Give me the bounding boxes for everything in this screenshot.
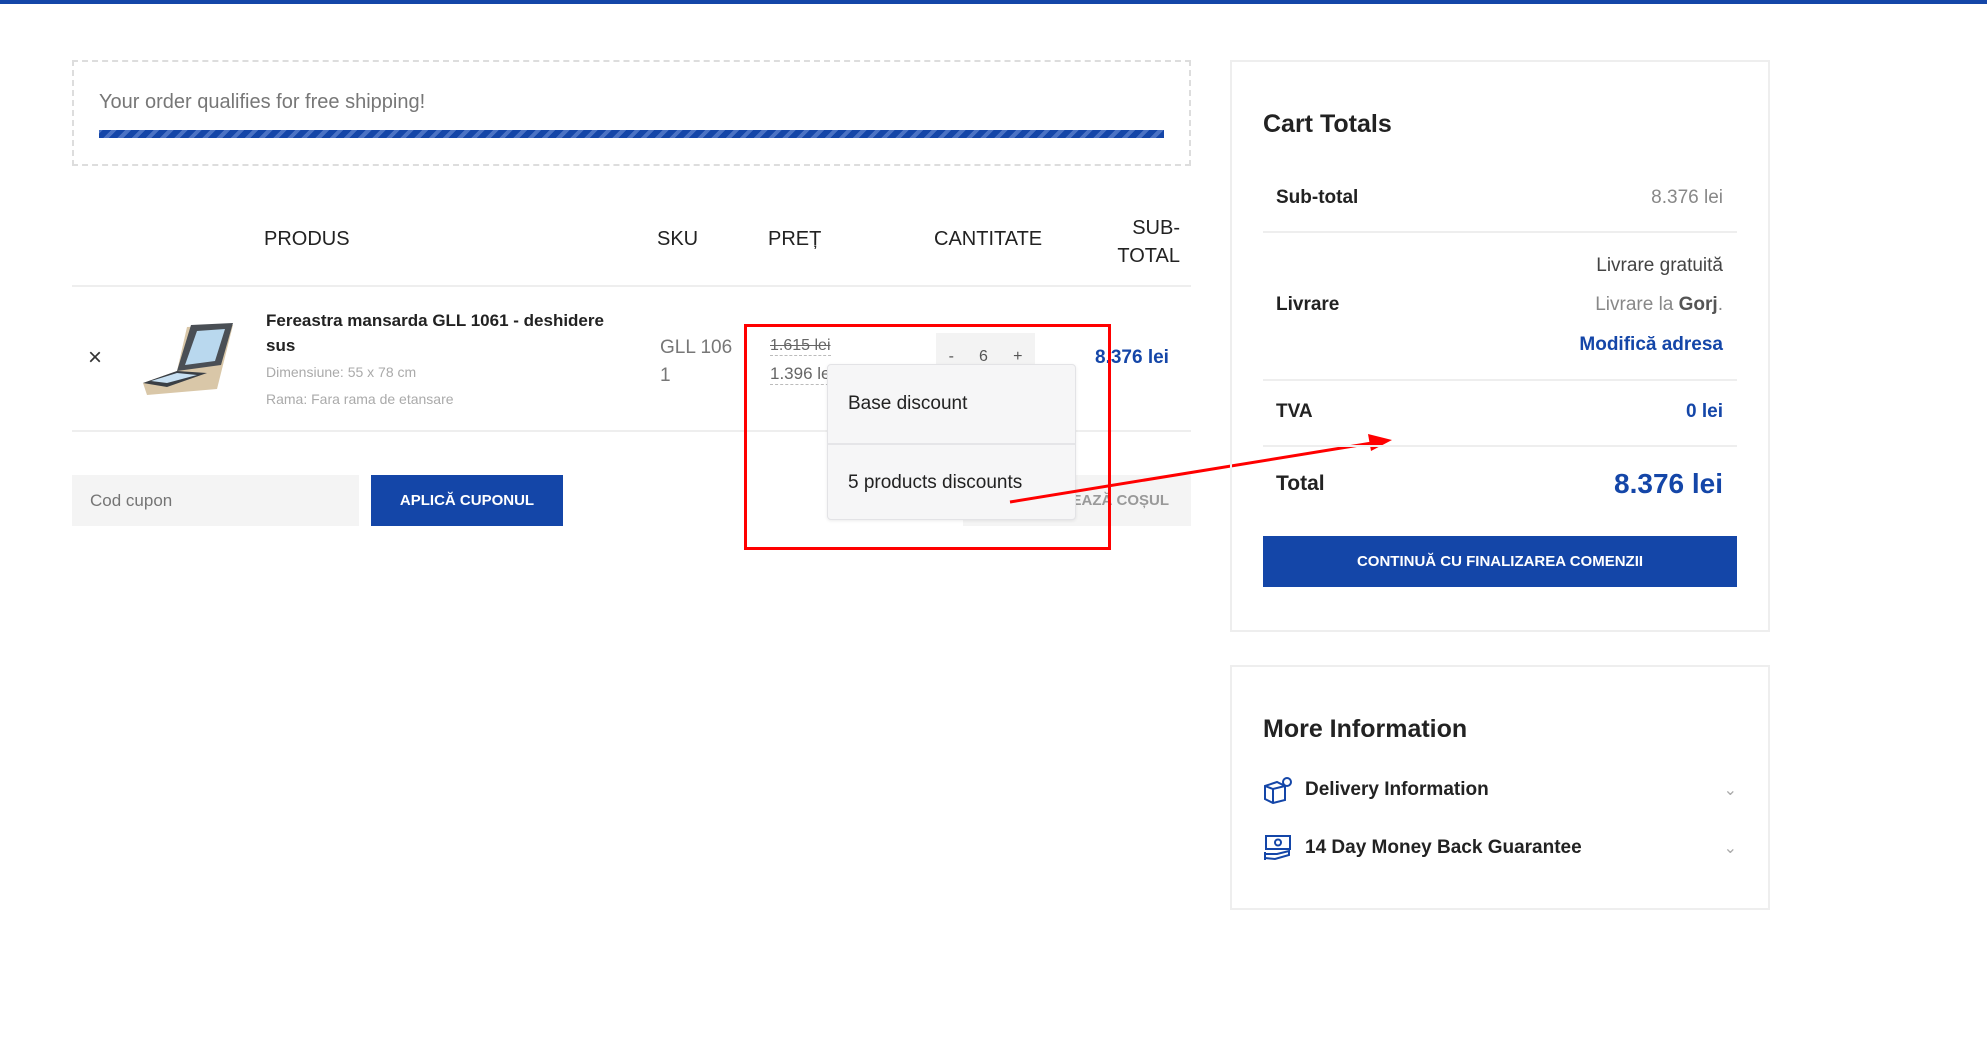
- remove-item-button[interactable]: ×: [88, 344, 102, 372]
- header-subtotal: SUB- TOTAL: [1110, 214, 1180, 270]
- more-info-title: More Information: [1263, 715, 1468, 743]
- product-frame: Rama: Fara rama de etansare: [266, 391, 454, 407]
- apply-coupon-button[interactable]: APLICĂ CUPONUL: [371, 475, 563, 526]
- subtotal-row: Sub-total 8.376 lei: [1276, 187, 1723, 209]
- product-dimension: Dimensiune: 55 x 78 cm: [266, 364, 417, 380]
- chevron-down-icon[interactable]: ⌄: [1724, 780, 1737, 800]
- delivery-info-accordion[interactable]: Delivery Information ⌄: [1263, 774, 1737, 806]
- sku-line2: 1: [660, 365, 671, 386]
- shipping-label: Livrare: [1276, 294, 1340, 315]
- header-subtotal-line1: SUB-: [1132, 217, 1180, 239]
- product-image: [143, 323, 233, 395]
- header-subtotal-line2: TOTAL: [1117, 245, 1180, 267]
- shipping-dot: .: [1717, 294, 1723, 315]
- total-label: Total: [1276, 472, 1325, 495]
- shipping-region: Gorj: [1678, 294, 1718, 315]
- chevron-down-icon[interactable]: ⌄: [1724, 838, 1737, 858]
- header-quantity: CANTITATE: [934, 228, 1043, 250]
- header-sku: SKU: [657, 228, 699, 250]
- subtotal-label: Sub-total: [1276, 187, 1359, 208]
- product-sku: GLL 106 1: [660, 334, 732, 390]
- header-price: PREȚ: [768, 228, 822, 250]
- shipping-destination: Livrare la Gorj.: [1400, 294, 1723, 316]
- annotation-highlight-box: [744, 324, 1111, 550]
- free-shipping-message: Your order qualifies for free shipping!: [99, 91, 426, 113]
- total-row: Total 8.376 lei: [1276, 468, 1723, 500]
- cart-totals-title: Cart Totals: [1263, 110, 1392, 138]
- shipping-to: Livrare la: [1595, 294, 1679, 315]
- sku-line1: GLL 106: [660, 337, 733, 358]
- product-title-line1[interactable]: Fereastra mansarda GLL 1061 - deshidere: [266, 311, 604, 330]
- total-value: 8.376 lei: [1614, 468, 1723, 499]
- delivery-box-icon: [1264, 777, 1292, 804]
- change-address-link[interactable]: Modifică adresa: [1400, 334, 1723, 356]
- shipping-method: Livrare gratuită: [1596, 255, 1723, 276]
- subtotal-value: 8.376 lei: [1651, 187, 1723, 208]
- tax-label: TVA: [1276, 401, 1313, 422]
- tax-row: TVA 0 lei: [1276, 401, 1723, 423]
- money-back-label[interactable]: 14 Day Money Back Guarantee: [1305, 837, 1724, 859]
- coupon-input[interactable]: [72, 475, 359, 526]
- checkout-button[interactable]: CONTINUĂ CU FINALIZAREA COMENZII: [1263, 536, 1737, 587]
- tax-value: 0 lei: [1686, 401, 1723, 422]
- money-hand-icon: [1264, 835, 1291, 861]
- header-divider: [72, 285, 1191, 287]
- money-back-accordion[interactable]: 14 Day Money Back Guarantee ⌄: [1263, 832, 1737, 864]
- divider: [1263, 231, 1737, 233]
- product-title[interactable]: Fereastra mansarda GLL 1061 - deshidere s…: [266, 308, 604, 358]
- free-shipping-progress-bar: [99, 130, 1164, 138]
- divider: [1263, 379, 1737, 381]
- delivery-info-label[interactable]: Delivery Information: [1305, 779, 1724, 801]
- header-product: PRODUS: [264, 228, 350, 250]
- divider: [1263, 445, 1737, 447]
- top-accent-bar: [0, 0, 1987, 4]
- product-title-line2[interactable]: sus: [266, 336, 295, 355]
